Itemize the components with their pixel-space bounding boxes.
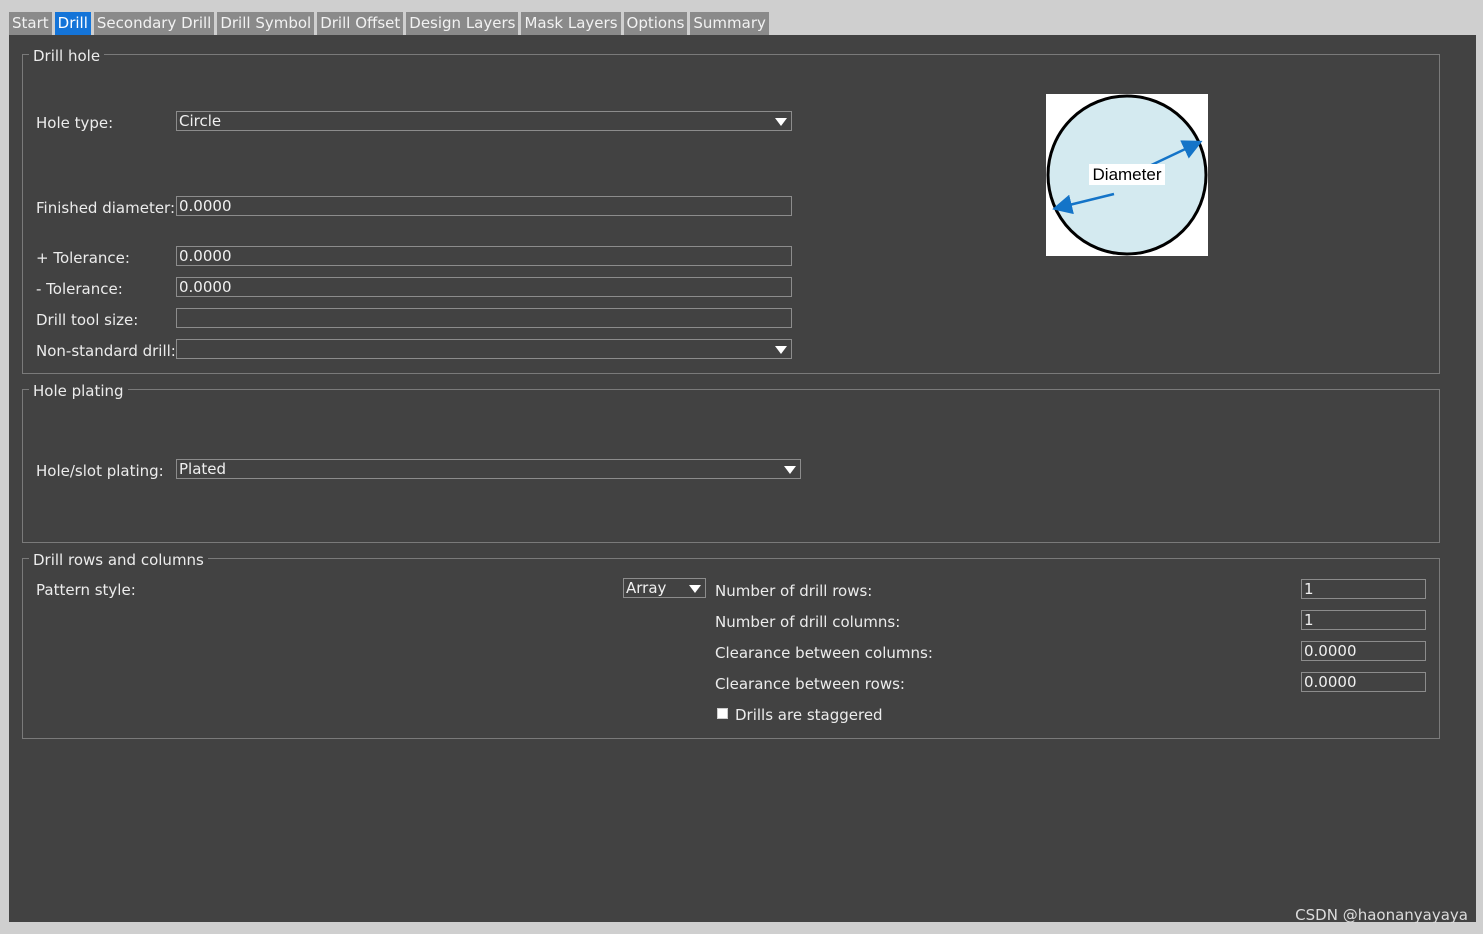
hole-type-select[interactable]: Circle <box>176 111 792 131</box>
hole-plating-group: Hole plating Hole/slot plating: Plated <box>22 383 1440 543</box>
clearance-rows-input[interactable] <box>1301 672 1426 692</box>
chevron-down-icon <box>784 466 796 474</box>
clearance-columns-input[interactable] <box>1301 641 1426 661</box>
clearance-rows-label: Clearance between rows: <box>715 675 905 693</box>
drill-panel: Drill hole Hole type: Circle Finished di… <box>9 35 1476 922</box>
drill-tool-size-input[interactable] <box>176 308 792 328</box>
hole-slot-plating-select[interactable]: Plated <box>176 459 801 479</box>
diagram-diameter-label: Diameter <box>1093 165 1162 184</box>
pattern-style-value: Array <box>626 579 667 597</box>
tab-options[interactable]: Options <box>623 12 688 35</box>
drill-hole-legend: Drill hole <box>29 48 105 65</box>
chevron-down-icon <box>689 585 701 593</box>
tab-mask-layers[interactable]: Mask Layers <box>521 12 621 35</box>
hole-type-label: Hole type: <box>36 114 114 132</box>
drill-rows-columns-legend: Drill rows and columns <box>29 552 208 569</box>
tab-drill[interactable]: Drill <box>54 12 91 35</box>
chevron-down-icon <box>775 346 787 354</box>
drills-staggered-checkbox[interactable] <box>717 708 728 719</box>
tab-drill-symbol[interactable]: Drill Symbol <box>217 12 315 35</box>
drill-hole-group: Drill hole Hole type: Circle Finished di… <box>22 48 1440 374</box>
tab-start[interactable]: Start <box>9 12 52 35</box>
drill-columns-input[interactable] <box>1301 610 1426 630</box>
plus-tolerance-label: + Tolerance: <box>36 249 130 267</box>
diameter-diagram: Diameter <box>1046 94 1208 256</box>
circle-diameter-icon: Diameter <box>1046 94 1208 256</box>
tab-drill-offset[interactable]: Drill Offset <box>317 12 404 35</box>
hole-type-value: Circle <box>179 112 222 130</box>
drills-staggered-label: Drills are staggered <box>735 706 883 724</box>
tab-summary[interactable]: Summary <box>690 12 769 35</box>
pattern-style-label: Pattern style: <box>36 581 136 599</box>
minus-tolerance-label: - Tolerance: <box>36 280 123 298</box>
finished-diameter-label: Finished diameter: <box>36 199 176 217</box>
tab-bar: Start Drill Secondary Drill Drill Symbol… <box>9 12 772 35</box>
drill-rows-input[interactable] <box>1301 579 1426 599</box>
non-standard-drill-label: Non-standard drill: <box>36 342 176 360</box>
drill-rows-label: Number of drill rows: <box>715 582 873 600</box>
minus-tolerance-input[interactable] <box>176 277 792 297</box>
plus-tolerance-input[interactable] <box>176 246 792 266</box>
drill-rows-columns-group: Drill rows and columns Pattern style: Ar… <box>22 552 1440 739</box>
tab-secondary-drill[interactable]: Secondary Drill <box>93 12 215 35</box>
clearance-columns-label: Clearance between columns: <box>715 644 933 662</box>
tab-design-layers[interactable]: Design Layers <box>406 12 519 35</box>
hole-slot-plating-value: Plated <box>179 460 227 478</box>
hole-plating-legend: Hole plating <box>29 383 128 400</box>
watermark: CSDN @haonanyayaya <box>1295 906 1468 924</box>
chevron-down-icon <box>775 118 787 126</box>
pattern-style-select[interactable]: Array <box>623 578 706 598</box>
finished-diameter-input[interactable] <box>176 196 792 216</box>
drill-columns-label: Number of drill columns: <box>715 613 901 631</box>
non-standard-drill-select[interactable] <box>176 339 792 359</box>
drill-tool-size-label: Drill tool size: <box>36 311 139 329</box>
hole-slot-plating-label: Hole/slot plating: <box>36 462 164 480</box>
